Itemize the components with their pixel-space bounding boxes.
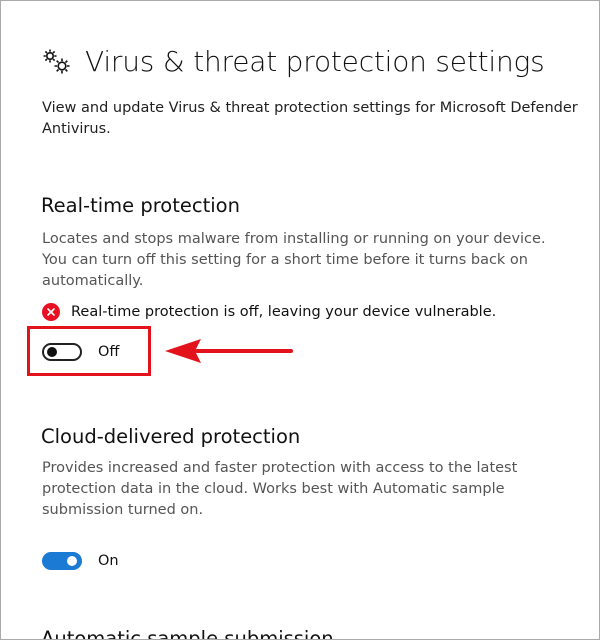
annotation-highlight-box (27, 326, 151, 376)
cloud-protection-title: Cloud-delivered protection (41, 425, 301, 448)
cloud-protection-description: Provides increased and faster protection… (42, 460, 518, 518)
error-icon (42, 303, 60, 321)
next-section-title: Automatic sample submission (41, 627, 334, 640)
realtime-protection-alert: Real-time protection is off, leaving you… (42, 303, 496, 321)
settings-window: Virus & threat protection settings View … (0, 0, 600, 640)
realtime-protection-title: Real-time protection (41, 194, 240, 217)
page-header: Virus & threat protection settings (41, 45, 545, 78)
page-title: Virus & threat protection settings (85, 45, 545, 78)
gear-icon (43, 49, 70, 73)
annotation-arrow-icon (165, 339, 293, 363)
alert-text: Real-time protection is off, leaving you… (71, 304, 497, 320)
page-description: View and update Virus & threat protectio… (42, 100, 578, 137)
cloud-protection-toggle-row: On (42, 552, 119, 570)
cloud-protection-toggle[interactable] (42, 552, 82, 570)
cloud-protection-toggle-label: On (98, 553, 119, 569)
toggle-knob (67, 556, 77, 566)
realtime-protection-description: Locates and stops malware from installin… (42, 231, 546, 289)
